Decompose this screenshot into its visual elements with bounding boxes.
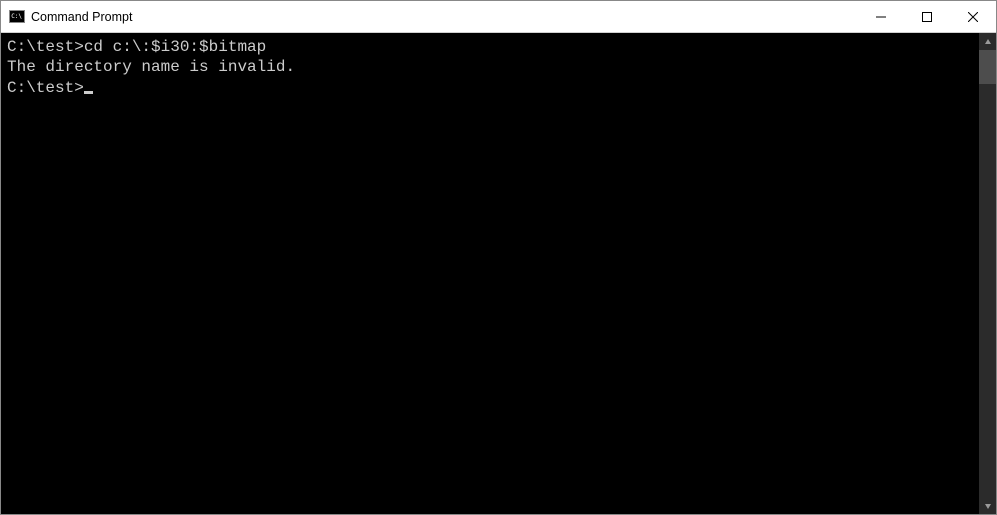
close-button[interactable] (950, 1, 996, 32)
terminal[interactable]: C:\test>cd c:\:$i30:$bitmapThe directory… (1, 33, 979, 514)
scroll-up-button[interactable] (979, 33, 996, 50)
prompt: C:\test> (7, 38, 84, 56)
scrollbar-thumb[interactable] (979, 50, 996, 84)
scroll-down-button[interactable] (979, 497, 996, 514)
scrollbar[interactable] (979, 33, 996, 514)
terminal-line: The directory name is invalid. (7, 57, 979, 77)
window: C:\ Command Prompt C:\test>cd c:\:$i30:$… (0, 0, 997, 515)
titlebar[interactable]: C:\ Command Prompt (1, 1, 996, 33)
terminal-line: C:\test> (7, 78, 979, 98)
maximize-button[interactable] (904, 1, 950, 32)
window-title: Command Prompt (31, 10, 132, 24)
terminal-line: C:\test>cd c:\:$i30:$bitmap (7, 37, 979, 57)
cursor (84, 91, 93, 94)
cmd-icon: C:\ (9, 9, 25, 25)
client-area: C:\test>cd c:\:$i30:$bitmapThe directory… (1, 33, 996, 514)
svg-text:C:\: C:\ (11, 13, 22, 20)
minimize-button[interactable] (858, 1, 904, 32)
command-text: cd c:\:$i30:$bitmap (84, 38, 266, 56)
scrollbar-track[interactable] (979, 50, 996, 497)
prompt: C:\test> (7, 79, 84, 97)
